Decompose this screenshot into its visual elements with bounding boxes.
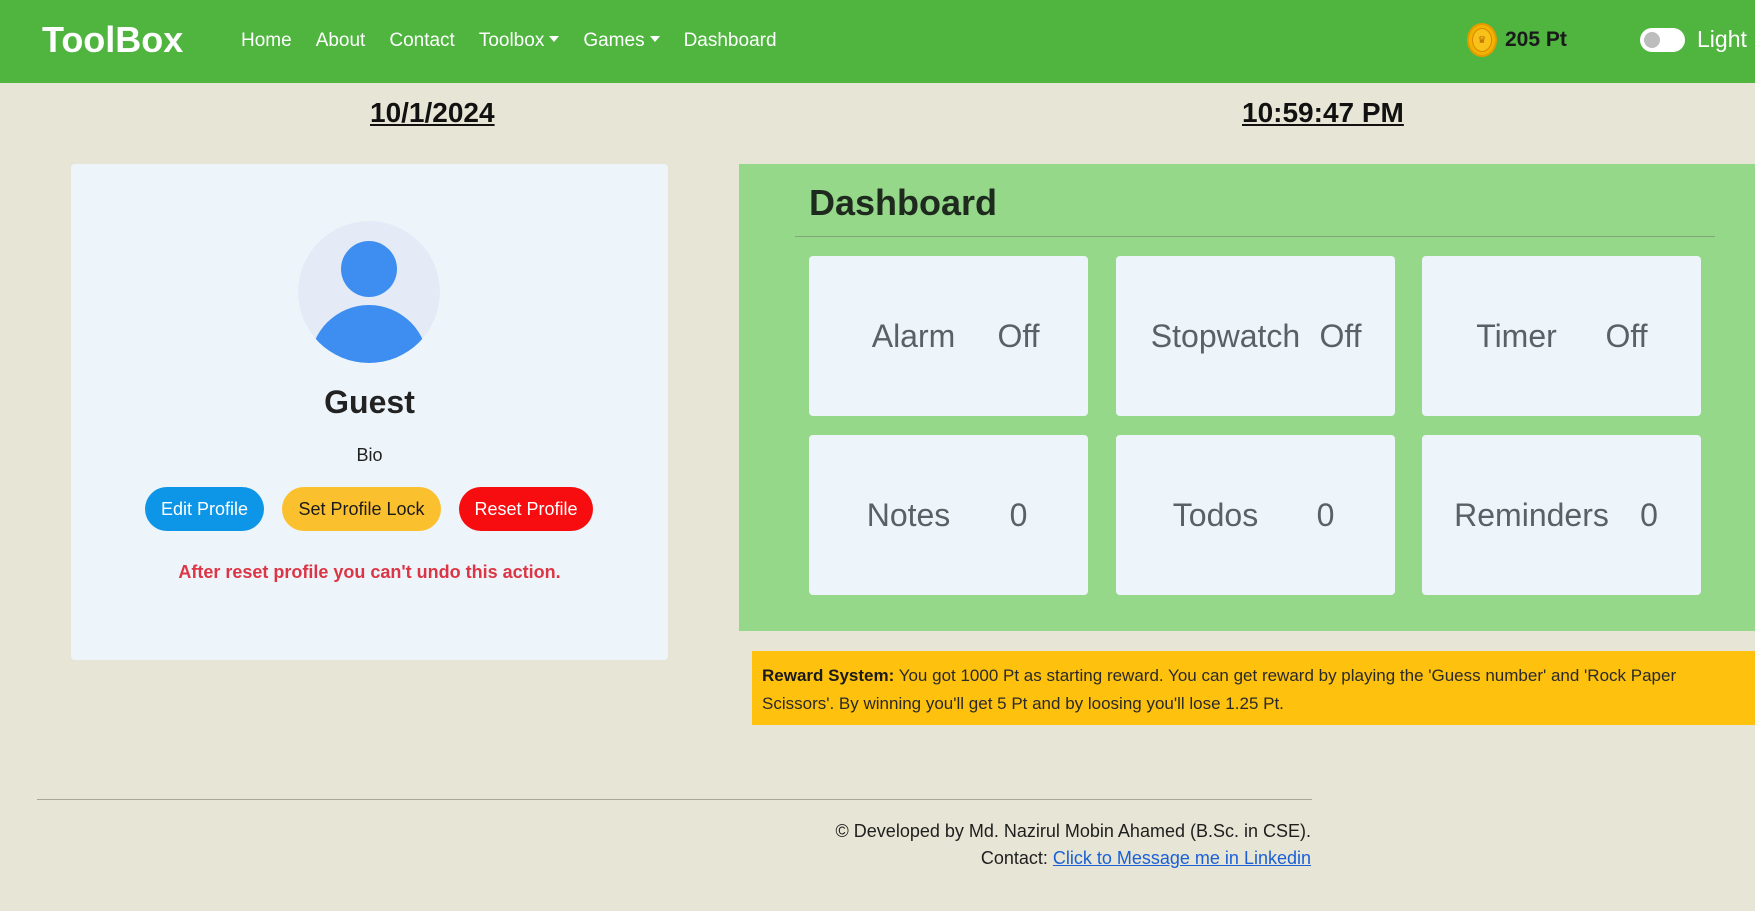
nav-link-label: Home (241, 30, 292, 51)
tile-label: Timer (1476, 317, 1557, 354)
nav-link-label: Games (583, 30, 645, 51)
tile-value: Off (997, 317, 1040, 354)
coin-icon: ♛ (1467, 23, 1497, 57)
tile-value: Off (1319, 317, 1362, 354)
nav-links: Home About Contact Toolbox Games Dashboa… (241, 30, 801, 52)
brand-logo[interactable]: ToolBox (42, 19, 183, 61)
nav-dropdown-games[interactable]: Games (583, 30, 660, 52)
current-date: 10/1/2024 (370, 97, 495, 128)
nav-link-label: Contact (389, 30, 455, 51)
tile-todos[interactable]: Todos 0 (1116, 435, 1395, 595)
toggle-knob (1644, 31, 1660, 48)
profile-bio: Bio (356, 445, 383, 465)
tile-timer[interactable]: Timer Off (1422, 256, 1701, 416)
tile-value: 0 (1009, 496, 1028, 533)
nav-link-home[interactable]: Home (241, 30, 292, 52)
tile-label: Notes (866, 496, 951, 533)
current-time: 10:59:47 PM (1242, 97, 1404, 128)
reward-heading: Reward System: (762, 666, 895, 685)
tile-reminders[interactable]: Reminders 0 (1422, 435, 1701, 595)
tile-value: Off (1605, 317, 1648, 354)
avatar-icon (298, 221, 440, 363)
reset-profile-button[interactable]: Reset Profile (459, 487, 593, 531)
dashboard-title: Dashboard (809, 182, 998, 223)
caret-down-icon (649, 35, 660, 42)
points-display: ♛ 205 Pt (1467, 23, 1567, 57)
tile-label: Stopwatch (1150, 317, 1301, 354)
theme-toggle-switch[interactable] (1640, 27, 1685, 52)
dashboard-divider (795, 236, 1715, 237)
tile-alarm[interactable]: Alarm Off (809, 256, 1088, 416)
footer-credit: © Developed by Md. Nazirul Mobin Ahamed … (835, 821, 1311, 841)
edit-profile-button[interactable]: Edit Profile (145, 487, 264, 531)
profile-name: Guest (324, 384, 415, 420)
theme-label: Light (1697, 26, 1747, 52)
nav-link-contact[interactable]: Contact (389, 30, 454, 52)
caret-down-icon (549, 35, 560, 42)
footer-divider (37, 799, 1312, 800)
reward-system-alert: Reward System: You got 1000 Pt as starti… (752, 651, 1755, 725)
tile-notes[interactable]: Notes 0 (809, 435, 1088, 595)
navbar: ToolBox Home About Contact Toolbox Games… (0, 0, 1755, 83)
tile-label: Alarm (871, 317, 956, 354)
tile-label: Reminders (1454, 496, 1609, 533)
nav-link-label: About (315, 30, 366, 51)
tile-value: 0 (1316, 496, 1335, 533)
footer-contact: Contact: Click to Message me in Linkedin (981, 848, 1311, 869)
tile-stopwatch[interactable]: Stopwatch Off (1116, 256, 1395, 416)
linkedin-link[interactable]: Click to Message me in Linkedin (1053, 848, 1311, 868)
nav-dropdown-toolbox[interactable]: Toolbox (479, 30, 560, 52)
points-value: 205 Pt (1505, 28, 1567, 51)
footer-contact-prefix: Contact: (980, 848, 1053, 868)
nav-link-dashboard[interactable]: Dashboard (684, 30, 777, 52)
reset-warning-text: After reset profile you can't undo this … (178, 562, 561, 582)
nav-link-label: Toolbox (478, 30, 545, 51)
tile-value: 0 (1640, 496, 1658, 533)
theme-switcher: Light (1640, 26, 1747, 53)
dashboard-panel: Dashboard Alarm Off Stopwatch Off Timer … (739, 164, 1755, 631)
set-profile-lock-button[interactable]: Set Profile Lock (282, 487, 441, 531)
reward-text: You got 1000 Pt as starting reward. You … (762, 666, 1677, 713)
nav-link-about[interactable]: About (316, 30, 366, 52)
nav-link-label: Dashboard (683, 30, 777, 51)
tile-label: Todos (1172, 496, 1259, 533)
profile-card: Guest Bio Edit Profile Set Profile Lock … (71, 164, 668, 660)
